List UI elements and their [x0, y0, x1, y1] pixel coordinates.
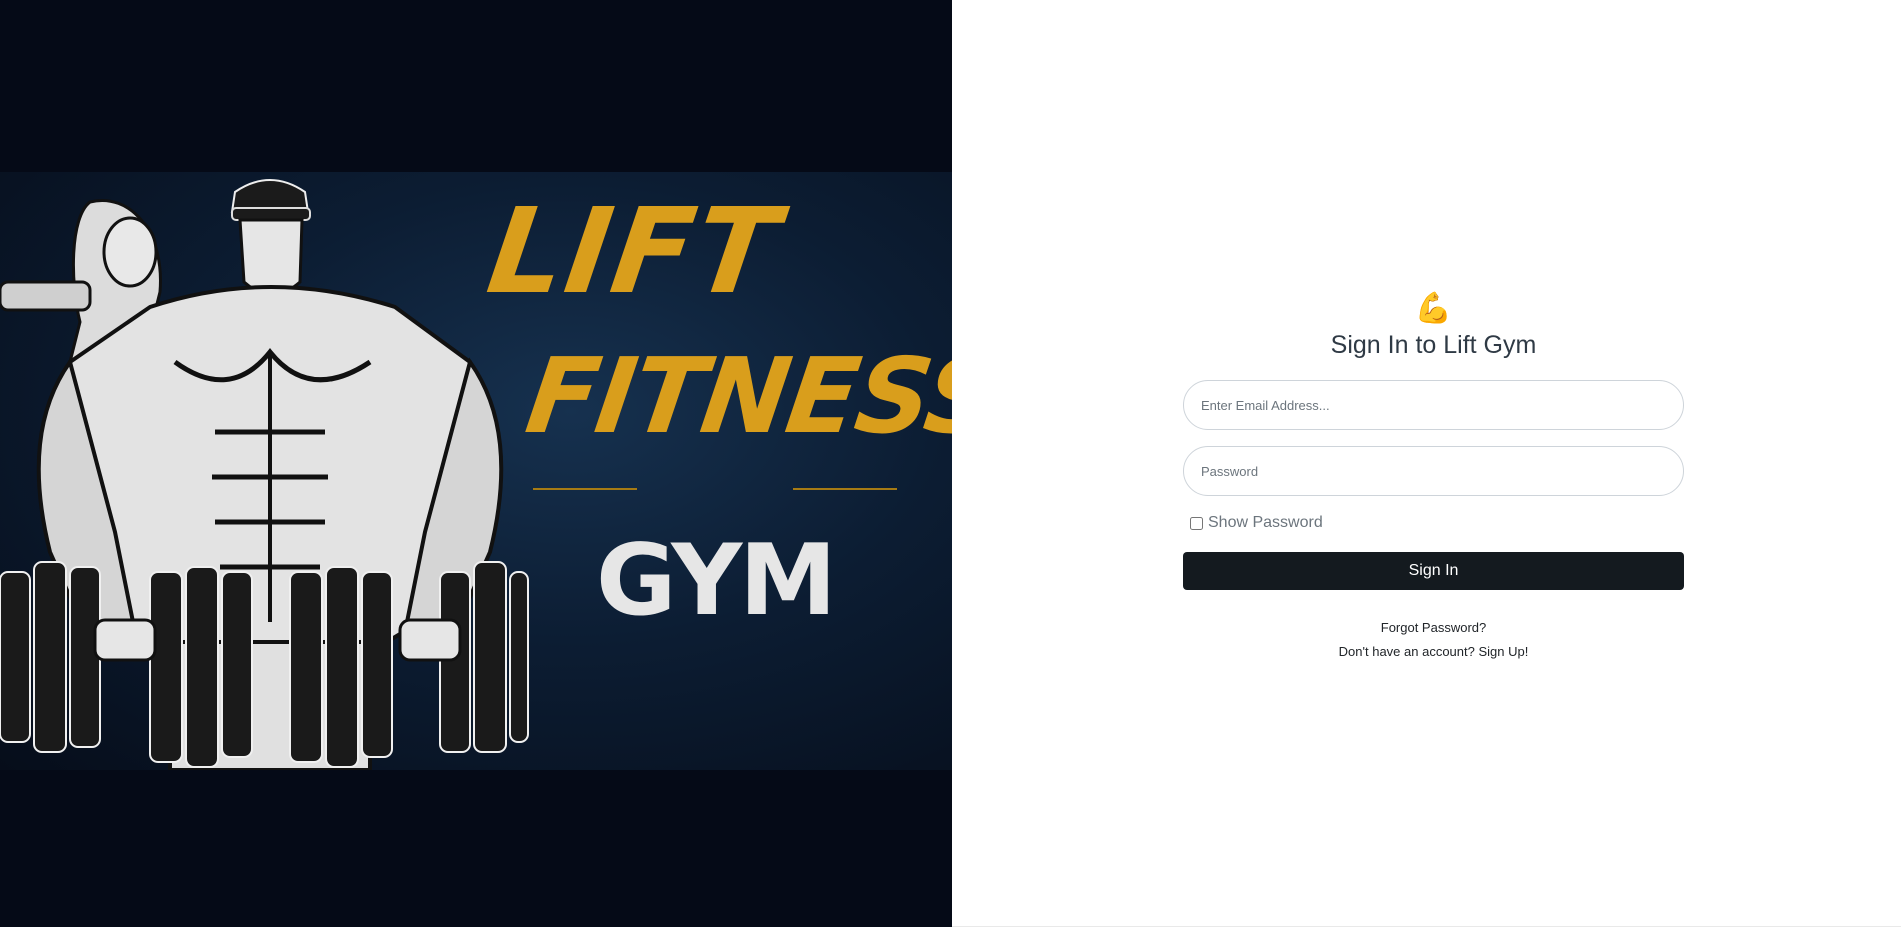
sign-up-link[interactable]: Don't have an account? Sign Up! [1183, 640, 1684, 664]
email-field[interactable] [1183, 380, 1684, 430]
login-page: LIFT FITNESS GYM 💪 Sign In to Lift Gym S… [0, 0, 1901, 927]
password-field[interactable] [1183, 446, 1684, 496]
auth-links: Forgot Password? Don't have an account? … [1183, 616, 1684, 664]
forgot-password-link[interactable]: Forgot Password? [1183, 616, 1684, 640]
sign-in-button[interactable]: Sign In [1183, 552, 1684, 590]
hero-panel: LIFT FITNESS GYM [0, 0, 952, 927]
page-title: Sign In to Lift Gym [1330, 331, 1537, 359]
brand-divider-left [533, 488, 637, 490]
gym-banner-image: LIFT FITNESS GYM [0, 172, 952, 770]
show-password-row: Show Password [1183, 513, 1684, 533]
brand-lift-text: LIFT [480, 182, 788, 320]
brand-gym-text: GYM [596, 524, 837, 638]
brand-fitness-text: FITNESS [519, 335, 952, 457]
login-form: 💪 Sign In to Lift Gym Show Password Sign… [1183, 292, 1684, 664]
login-panel: 💪 Sign In to Lift Gym Show Password Sign… [952, 0, 1901, 927]
flexed-biceps-icon: 💪 [1414, 292, 1453, 325]
show-password-checkbox[interactable] [1190, 516, 1203, 530]
brand-divider-right [793, 488, 897, 490]
show-password-label[interactable]: Show Password [1208, 514, 1323, 532]
